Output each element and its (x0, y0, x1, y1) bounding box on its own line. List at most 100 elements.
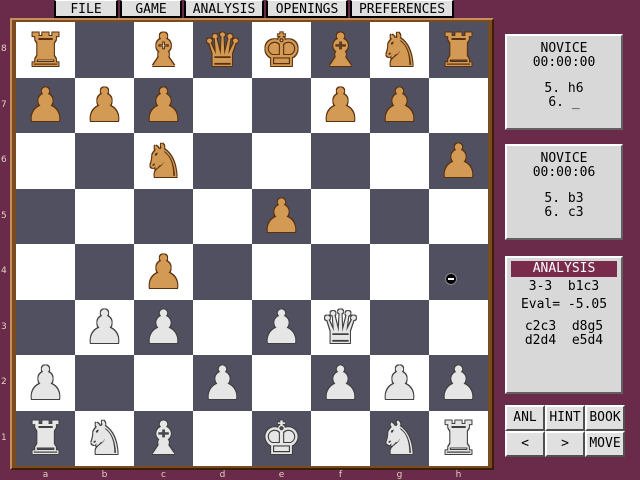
square-h6[interactable]: ♟ (429, 133, 488, 189)
square-e4[interactable] (252, 244, 311, 300)
square-b6[interactable] (75, 133, 134, 189)
back-button[interactable]: < (505, 431, 545, 457)
square-d6[interactable] (193, 133, 252, 189)
square-c2[interactable] (134, 355, 193, 411)
square-a3[interactable] (16, 299, 75, 355)
brown-rook-icon[interactable]: ♜ (438, 27, 479, 73)
white-pawn-icon[interactable]: ♟ (25, 360, 66, 406)
square-f7[interactable]: ♟ (311, 77, 370, 133)
brown-pawn-icon[interactable]: ♟ (320, 82, 361, 128)
square-c4[interactable]: ♟ (134, 244, 193, 300)
square-f6[interactable] (311, 133, 370, 189)
menu-analysis[interactable]: ANALYSIS (184, 0, 264, 18)
square-a5[interactable] (16, 188, 75, 244)
square-b8[interactable] (75, 22, 134, 78)
menu-openings[interactable]: OPENINGS (266, 0, 348, 18)
square-d8[interactable]: ♛ (193, 22, 252, 78)
brown-pawn-icon[interactable]: ♟ (261, 193, 302, 239)
menu-game[interactable]: GAME (120, 0, 182, 18)
square-e7[interactable] (252, 77, 311, 133)
hint-button[interactable]: HINT (545, 405, 585, 431)
square-e5[interactable]: ♟ (252, 188, 311, 244)
square-a4[interactable] (16, 244, 75, 300)
brown-bishop-icon[interactable]: ♝ (143, 27, 184, 73)
white-rook-icon[interactable]: ♜ (25, 415, 66, 461)
square-b7[interactable]: ♟ (75, 77, 134, 133)
brown-knight-icon[interactable]: ♞ (379, 27, 420, 73)
square-e1[interactable]: ♚ (252, 410, 311, 466)
square-g6[interactable] (370, 133, 429, 189)
square-d5[interactable] (193, 188, 252, 244)
square-d2[interactable]: ♟ (193, 355, 252, 411)
forward-button[interactable]: > (545, 431, 585, 457)
square-h8[interactable]: ♜ (429, 22, 488, 78)
square-d7[interactable] (193, 77, 252, 133)
square-a1[interactable]: ♜ (16, 410, 75, 466)
white-knight-icon[interactable]: ♞ (379, 415, 420, 461)
square-g1[interactable]: ♞ (370, 410, 429, 466)
square-e6[interactable] (252, 133, 311, 189)
square-a6[interactable] (16, 133, 75, 189)
square-d3[interactable] (193, 299, 252, 355)
brown-queen-icon[interactable]: ♛ (202, 27, 243, 73)
square-g2[interactable]: ♟ (370, 355, 429, 411)
square-c8[interactable]: ♝ (134, 22, 193, 78)
white-pawn-icon[interactable]: ♟ (84, 304, 125, 350)
square-h7[interactable] (429, 77, 488, 133)
square-g3[interactable] (370, 299, 429, 355)
chess-board[interactable]: ♜ ♝ ♛ ♚ ♝ ♞ ♜ ♟ ♟ ♟ ♟ ♟ ♞ ♟ ♟ ♟ ♟ ♟ ♟ ♛ ♟ ♟ ♟ ♟ ♟ ♜ ♞ ♝ ♚ ♞ ♜ (16, 22, 488, 466)
square-d4[interactable] (193, 244, 252, 300)
brown-rook-icon[interactable]: ♜ (25, 27, 66, 73)
square-g4[interactable] (370, 244, 429, 300)
square-d1[interactable] (193, 410, 252, 466)
square-g5[interactable] (370, 188, 429, 244)
square-f3[interactable]: ♛ (311, 299, 370, 355)
white-pawn-icon[interactable]: ♟ (143, 304, 184, 350)
white-rook-icon[interactable]: ♜ (438, 415, 479, 461)
brown-knight-icon[interactable]: ♞ (143, 138, 184, 184)
brown-pawn-icon[interactable]: ♟ (143, 82, 184, 128)
square-h4[interactable] (429, 244, 488, 300)
square-e8[interactable]: ♚ (252, 22, 311, 78)
square-a8[interactable]: ♜ (16, 22, 75, 78)
brown-pawn-icon[interactable]: ♟ (438, 138, 479, 184)
square-h3[interactable] (429, 299, 488, 355)
square-g7[interactable]: ♟ (370, 77, 429, 133)
square-c6[interactable]: ♞ (134, 133, 193, 189)
square-c3[interactable]: ♟ (134, 299, 193, 355)
white-queen-icon[interactable]: ♛ (320, 304, 361, 350)
square-a2[interactable]: ♟ (16, 355, 75, 411)
square-h2[interactable]: ♟ (429, 355, 488, 411)
white-pawn-icon[interactable]: ♟ (320, 360, 361, 406)
brown-pawn-icon[interactable]: ♟ (143, 249, 184, 295)
white-knight-icon[interactable]: ♞ (84, 415, 125, 461)
square-h1[interactable]: ♜ (429, 410, 488, 466)
square-f8[interactable]: ♝ (311, 22, 370, 78)
book-button[interactable]: BOOK (585, 405, 625, 431)
square-b1[interactable]: ♞ (75, 410, 134, 466)
white-king-icon[interactable]: ♚ (261, 415, 302, 461)
menu-preferences[interactable]: PREFERENCES (350, 0, 454, 18)
square-e2[interactable] (252, 355, 311, 411)
square-b2[interactable] (75, 355, 134, 411)
white-pawn-icon[interactable]: ♟ (379, 360, 420, 406)
square-c5[interactable] (134, 188, 193, 244)
white-bishop-icon[interactable]: ♝ (143, 415, 184, 461)
menu-file[interactable]: FILE (54, 0, 118, 18)
brown-pawn-icon[interactable]: ♟ (25, 82, 66, 128)
square-b5[interactable] (75, 188, 134, 244)
square-f2[interactable]: ♟ (311, 355, 370, 411)
square-e3[interactable]: ♟ (252, 299, 311, 355)
square-f4[interactable] (311, 244, 370, 300)
square-g8[interactable]: ♞ (370, 22, 429, 78)
move-button[interactable]: MOVE (585, 431, 625, 457)
brown-bishop-icon[interactable]: ♝ (320, 27, 361, 73)
square-a7[interactable]: ♟ (16, 77, 75, 133)
square-f1[interactable] (311, 410, 370, 466)
white-pawn-icon[interactable]: ♟ (261, 304, 302, 350)
square-b3[interactable]: ♟ (75, 299, 134, 355)
square-f5[interactable] (311, 188, 370, 244)
square-c7[interactable]: ♟ (134, 77, 193, 133)
brown-pawn-icon[interactable]: ♟ (84, 82, 125, 128)
square-b4[interactable] (75, 244, 134, 300)
